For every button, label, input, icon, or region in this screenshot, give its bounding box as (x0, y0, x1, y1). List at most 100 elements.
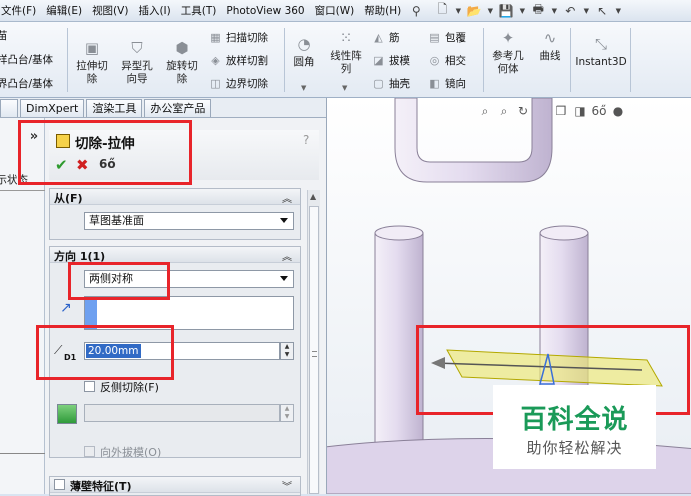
menu-file[interactable]: 文件(F) (0, 0, 41, 22)
ribbon-partial-item-3[interactable]: 界凸台/基体 (0, 76, 53, 91)
ribbon-separator (284, 28, 285, 92)
menu-view[interactable]: 视图(V) (87, 0, 133, 22)
shell-button[interactable]: ▢ 抽壳 (371, 76, 410, 91)
flip-cut-checkbox[interactable] (84, 381, 95, 392)
save-icon[interactable]: 💾 (498, 3, 514, 19)
shell-label: 抽壳 (389, 78, 410, 90)
handle-arch (394, 98, 553, 183)
wrap-label: 包覆 (445, 32, 466, 44)
ribbon-separator (67, 28, 68, 92)
from-panel-label: 从(F) (54, 192, 83, 205)
hole-wizard-icon: ⛉ (131, 38, 143, 57)
mirror-icon: ◧ (429, 77, 440, 90)
collapse-chevron-icon[interactable]: ︽ (282, 248, 292, 263)
menu-window[interactable]: 窗口(W) (310, 0, 360, 22)
chevron-down-icon (280, 276, 288, 281)
fillet-label: 圆角 (293, 56, 315, 68)
thin-feature-checkbox[interactable] (54, 479, 65, 490)
direction1-panel-header[interactable]: 方向 1(1) ︽ (50, 247, 300, 263)
open-folder-icon[interactable]: 📂 (466, 3, 482, 19)
reference-geometry-button[interactable]: ✦ 参考几 何体 (488, 28, 528, 76)
tab-office-products[interactable]: 办公室产品 (144, 99, 212, 117)
instant3d-label: Instant3D (575, 56, 627, 68)
reference-geometry-label: 参考几 何体 (492, 50, 524, 75)
panel-scrollbar[interactable]: ▲ (307, 190, 320, 494)
boundary-cut-button[interactable]: ◫ 边界切除 (208, 76, 268, 91)
ribbon-partial-item-1[interactable]: 苗 (0, 28, 8, 43)
reference-geometry-icon: ✦ (501, 28, 515, 47)
linear-pattern-button[interactable]: ⁙ 线性阵 列 (325, 28, 367, 76)
highlight-box-title (18, 120, 192, 185)
thin-feature-panel-header[interactable]: 薄壁特征(T) ︾ (50, 477, 300, 493)
command-manager-ribbon: 苗 样凸台/基体 界凸台/基体 ▣ 拉伸切 除 ⛉ 异型孔 向导 ⬢ 旋转切 除… (0, 22, 691, 98)
menu-photoview[interactable]: PhotoView 360 (221, 0, 309, 22)
draft-angle-input[interactable] (84, 404, 280, 422)
thin-feature-label: 薄壁特征(T) (70, 480, 132, 493)
hole-wizard-button[interactable]: ⛉ 异型孔 向导 (114, 38, 160, 86)
dropdown-caret-icon[interactable]: ▼ (614, 3, 622, 19)
wrap-button[interactable]: ▤ 包覆 (427, 30, 466, 45)
draft-outward-checkbox[interactable] (84, 446, 95, 457)
from-start-dropdown[interactable]: 草图基准面 (84, 212, 294, 230)
scroll-thumb[interactable] (309, 206, 319, 494)
draft-angle-spinner[interactable]: ▲ ▼ (280, 404, 294, 422)
depth-spinner[interactable]: ▲ ▼ (280, 342, 294, 360)
left-post-top (374, 225, 424, 241)
lofted-cut-icon: ◈ (211, 54, 220, 67)
wrap-icon: ▤ (429, 31, 440, 44)
boundary-cut-label: 边界切除 (226, 78, 268, 90)
menu-edit[interactable]: 编辑(E) (41, 0, 87, 22)
print-icon[interactable]: 🖶 (530, 2, 546, 19)
from-panel-header[interactable]: 从(F) ︽ (50, 189, 300, 205)
linear-pattern-dropdown-icon[interactable]: ▼ (342, 84, 347, 92)
expand-chevron-icon[interactable]: ︾ (282, 478, 292, 493)
instant3d-icon: ⤡ (594, 34, 607, 53)
flip-cut-label: 反侧切除(F) (100, 381, 159, 394)
extruded-cut-label: 拉伸切 除 (76, 60, 108, 85)
direction-arrow-icon: ↗ (60, 300, 72, 316)
dropdown-caret-icon[interactable]: ▼ (582, 3, 590, 19)
mirror-button[interactable]: ◧ 镜向 (427, 76, 466, 91)
dropdown-caret-icon[interactable]: ▼ (518, 3, 526, 19)
dropdown-caret-icon[interactable]: ▼ (486, 3, 494, 19)
curves-button[interactable]: ∿ 曲线 (533, 28, 567, 63)
extruded-cut-icon: ▣ (84, 38, 100, 57)
swept-cut-label: 扫描切除 (226, 32, 268, 44)
extruded-cut-button[interactable]: ▣ 拉伸切 除 (70, 38, 114, 86)
scroll-up-icon[interactable]: ▲ (310, 192, 316, 201)
tab-render-tools[interactable]: 渲染工具 (86, 99, 143, 117)
highlight-box-depth (36, 325, 174, 380)
fillet-button[interactable]: ◔ 圆角 (288, 34, 320, 69)
menu-tools[interactable]: 工具(T) (176, 0, 222, 22)
tab-partial[interactable] (0, 99, 18, 117)
draft-toggle-icon[interactable] (57, 404, 77, 424)
dropdown-caret-icon[interactable]: ▼ (454, 3, 462, 19)
collapse-chevron-icon[interactable]: ︽ (282, 190, 292, 205)
tab-dimxpert[interactable]: DimXpert (20, 99, 85, 117)
select-cursor-icon[interactable]: ↖ (594, 3, 610, 19)
intersect-button[interactable]: ◎ 相交 (427, 53, 466, 68)
fillet-dropdown-icon[interactable]: ▼ (301, 84, 306, 92)
lofted-cut-button[interactable]: ◈ 放样切割 (208, 53, 268, 68)
draft-button[interactable]: ◪ 拔模 (371, 53, 410, 68)
command-tabs: DimXpert 渲染工具 办公室产品 (0, 98, 326, 118)
revolved-cut-label: 旋转切 除 (166, 60, 198, 85)
watermark-title: 百科全说 (520, 405, 629, 435)
watermark: 百科全说 助你轻松解决 (493, 385, 656, 469)
pin-icon[interactable]: ⚲ (408, 3, 424, 19)
undo-icon[interactable]: ↶ (562, 3, 578, 19)
help-icon[interactable]: ? (303, 133, 309, 147)
instant3d-button[interactable]: ⤡ Instant3D (574, 34, 628, 69)
rib-button[interactable]: ◭ 筋 (371, 30, 399, 45)
watermark-subtitle: 助你轻松解决 (526, 439, 623, 457)
boundary-cut-icon: ◫ (210, 77, 221, 90)
ribbon-partial-item-2[interactable]: 样凸台/基体 (0, 52, 53, 67)
swept-cut-button[interactable]: ▦ 扫描切除 (208, 30, 268, 45)
dropdown-caret-icon[interactable]: ▼ (550, 3, 558, 19)
revolved-cut-button[interactable]: ⬢ 旋转切 除 (160, 38, 204, 86)
new-document-icon[interactable]: 🗋 (434, 2, 450, 19)
thin-feature-panel: 薄壁特征(T) ︾ (49, 476, 301, 496)
draft-outward-label: 向外拔模(O) (100, 446, 162, 459)
menu-help[interactable]: 帮助(H) (359, 0, 406, 22)
menu-insert[interactable]: 插入(I) (133, 0, 175, 22)
